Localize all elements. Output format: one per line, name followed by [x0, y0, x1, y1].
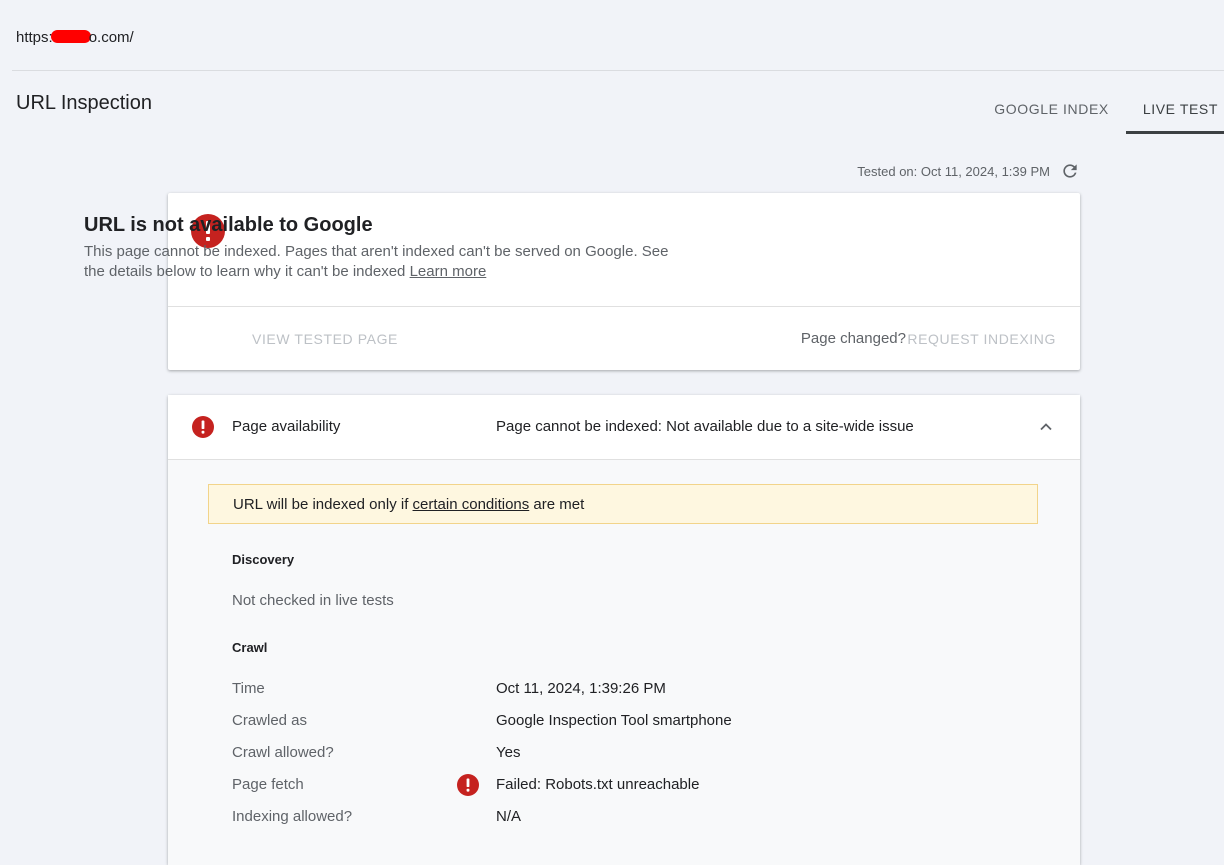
indexing-conditions-notice: URL will be indexed only if certain cond… [208, 484, 1038, 524]
error-icon [457, 774, 479, 796]
row-label: Crawl allowed? [232, 744, 334, 761]
tab-google-index[interactable]: GOOGLE INDEX [977, 84, 1126, 134]
page-changed-label: Page changed? [800, 330, 906, 347]
tab-bar: GOOGLE INDEX LIVE TEST [977, 84, 1224, 134]
row-value: Yes [496, 744, 521, 761]
crawl-row-time: Time Oct 11, 2024, 1:39:26 PM [232, 680, 1032, 700]
tab-live-test[interactable]: LIVE TEST [1125, 84, 1224, 134]
tested-on-label: Tested on: Oct 11, 2024, 1:39 PM [857, 163, 1050, 179]
redaction-mark [50, 30, 91, 43]
page-availability-label: Page availability [232, 418, 341, 435]
certain-conditions-link[interactable]: certain conditions [413, 496, 530, 513]
row-value: Failed: Robots.txt unreachable [496, 776, 700, 793]
row-label: Page fetch [232, 776, 304, 793]
crawl-row-crawl-allowed: Crawl allowed? Yes [232, 744, 1032, 764]
page-title: URL Inspection [16, 92, 152, 114]
crawl-heading: Crawl [232, 640, 268, 655]
crawl-row-page-fetch: Page fetch Failed: Robots.txt unreachabl… [232, 774, 1032, 796]
crawl-row-crawled-as: Crawled as Google Inspection Tool smartp… [232, 712, 1032, 732]
discovery-heading: Discovery [232, 552, 295, 567]
refresh-icon[interactable] [1060, 161, 1080, 181]
status-description: This page cannot be indexed. Pages that … [84, 243, 669, 280]
page-availability-card: Page availability Page cannot be indexed… [168, 395, 1080, 865]
row-label: Indexing allowed? [232, 808, 353, 825]
row-value: N/A [496, 808, 522, 825]
chevron-up-icon[interactable] [1038, 419, 1054, 435]
page-availability-status: Page cannot be indexed: Not available du… [496, 418, 914, 435]
row-value: Oct 11, 2024, 1:39:26 PM [496, 680, 666, 697]
header-divider [12, 70, 1224, 71]
learn-more-link[interactable]: Learn more [410, 263, 487, 280]
page-availability-details: URL will be indexed only if certain cond… [168, 460, 1080, 865]
row-label: Crawled as [232, 712, 308, 729]
row-label: Time [232, 680, 265, 697]
error-icon [192, 416, 214, 438]
request-indexing-button[interactable]: REQUEST INDEXING [907, 331, 1056, 347]
page-availability-header[interactable]: Page availability Page cannot be indexed… [168, 395, 1080, 460]
discovery-text: Not checked in live tests [232, 592, 394, 609]
row-value: Google Inspection Tool smartphone [496, 712, 732, 729]
card-divider [168, 306, 1080, 307]
view-tested-page-button[interactable]: VIEW TESTED PAGE [252, 331, 398, 347]
crawl-row-indexing-allowed: Indexing allowed? N/A [232, 808, 1032, 828]
inspected-url: https: o.com/ [16, 29, 134, 46]
tested-on-info: Tested on: Oct 11, 2024, 1:39 PM [857, 161, 1080, 181]
status-title: URL is not available to Google [84, 214, 373, 236]
